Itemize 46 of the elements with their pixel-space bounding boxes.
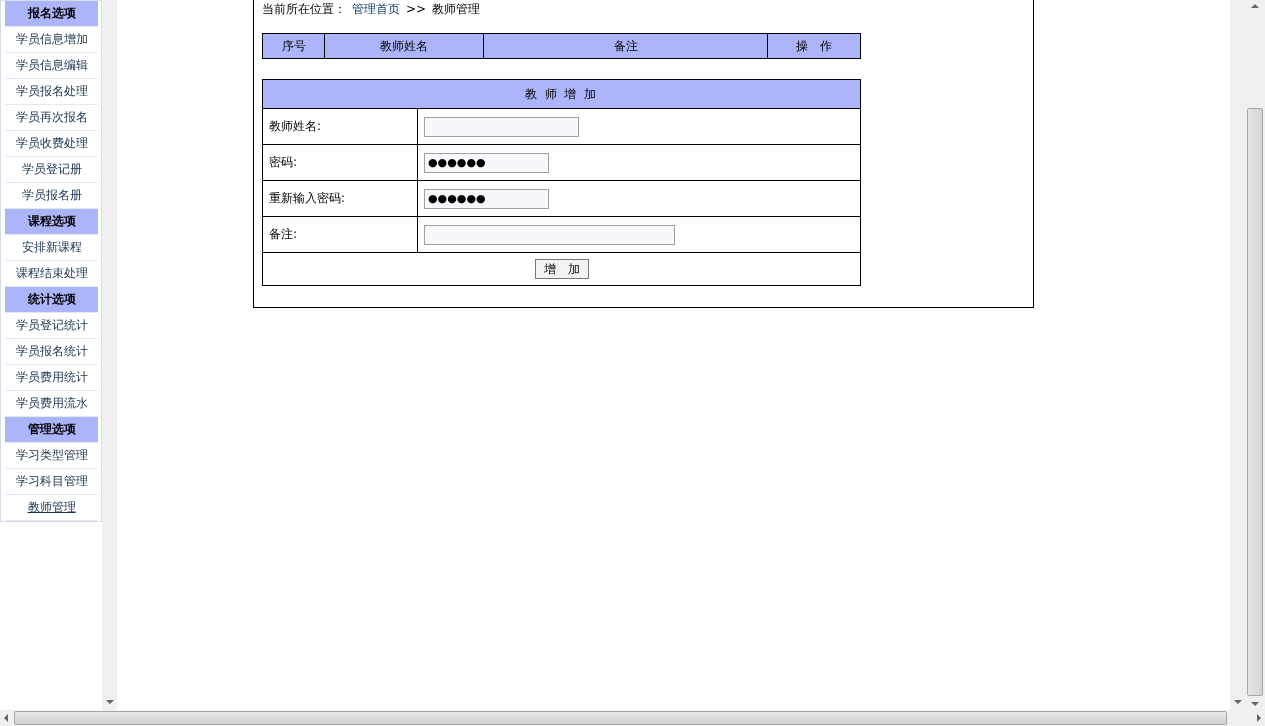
sidebar-heading: 课程选项 xyxy=(5,209,98,235)
sidebar-item[interactable]: 教师管理 xyxy=(5,495,98,521)
add-button[interactable]: 增 加 xyxy=(534,259,589,279)
sidebar-item[interactable]: 学员信息增加 xyxy=(5,27,98,53)
sidebar-item[interactable]: 学员再次报名 xyxy=(5,105,98,131)
column-header: 操 作 xyxy=(767,33,861,59)
sidebar-item[interactable]: 学员费用统计 xyxy=(5,365,98,391)
right-arrow-icon[interactable] xyxy=(1257,714,1261,722)
breadcrumb-current: 教师管理 xyxy=(432,0,481,18)
input-field[interactable]: ●●●●●● xyxy=(424,152,549,173)
sidebar-item[interactable]: 安排新课程 xyxy=(5,235,98,261)
up-arrow-icon[interactable] xyxy=(1251,4,1259,8)
down-arrow-icon[interactable] xyxy=(1251,702,1259,706)
sidebar-item[interactable]: 学员信息编辑 xyxy=(5,53,98,79)
vertical-scrollbar[interactable] xyxy=(1245,0,1265,710)
sidebar-item[interactable]: 学员报名处理 xyxy=(5,79,98,105)
sidebar-item[interactable]: 学员登记册 xyxy=(5,157,98,183)
sidebar-heading: 报名选项 xyxy=(5,1,98,27)
sidebar-item[interactable]: 学习科目管理 xyxy=(5,469,98,495)
column-header: 备注 xyxy=(483,33,768,59)
breadcrumb-label: 当前所在位置： xyxy=(262,0,346,18)
sidebar-item[interactable]: 学习类型管理 xyxy=(5,443,98,469)
form-title: 教 师 增 加 xyxy=(262,79,861,109)
sidebar-heading: 管理选项 xyxy=(5,417,98,443)
breadcrumb-separator: >> xyxy=(406,2,427,16)
field-label: 密码: xyxy=(262,144,418,181)
input-field[interactable] xyxy=(424,224,675,245)
breadcrumb-link[interactable]: 管理首页 xyxy=(352,0,400,18)
scrollbar[interactable] xyxy=(1230,0,1245,710)
sidebar-item[interactable]: 学员登记统计 xyxy=(5,313,98,339)
field-label: 重新输入密码: xyxy=(262,180,418,217)
scrollbar[interactable] xyxy=(102,0,117,710)
field-label: 教师姓名: xyxy=(262,108,418,145)
sidebar-heading: 统计选项 xyxy=(5,287,98,313)
horizontal-scrollbar[interactable] xyxy=(0,710,1265,726)
sidebar-item[interactable]: 学员报名统计 xyxy=(5,339,98,365)
left-arrow-icon[interactable] xyxy=(4,714,8,722)
field-label: 备注: xyxy=(262,216,418,253)
down-arrow-icon[interactable] xyxy=(105,700,114,704)
input-field[interactable]: ●●●●●● xyxy=(424,188,549,209)
scroll-thumb[interactable] xyxy=(1247,108,1263,696)
column-header: 序号 xyxy=(262,33,325,59)
sidebar-item[interactable]: 学员收费处理 xyxy=(5,131,98,157)
column-header: 教师姓名 xyxy=(324,33,484,59)
scroll-thumb[interactable] xyxy=(14,711,1227,725)
input-field[interactable] xyxy=(424,116,579,137)
